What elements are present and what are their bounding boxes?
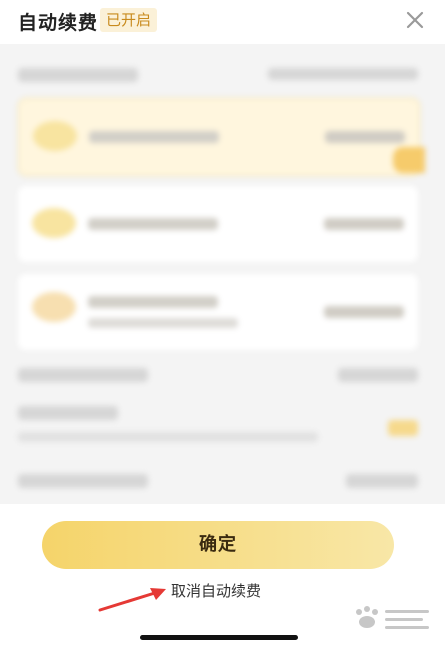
page-title: 自动续费 <box>18 12 99 34</box>
red-arrow-icon <box>98 588 166 612</box>
status-badge: 已开启 <box>100 8 158 32</box>
confirm-button[interactable]: 确定 <box>42 521 394 569</box>
blurred-row-label <box>18 368 148 382</box>
coin-icon <box>32 208 76 238</box>
blurred-plan-name <box>88 218 218 230</box>
coin-icon <box>32 292 76 322</box>
blurred-plan-price <box>324 218 404 230</box>
plan-card[interactable] <box>18 274 418 350</box>
blurred-row-value <box>338 368 418 382</box>
coin-icon <box>33 121 77 151</box>
plan-card-selected[interactable] <box>18 98 425 176</box>
blurred-plan-desc <box>88 318 238 328</box>
blurred-plan-name <box>88 296 218 308</box>
blurred-row-label <box>18 474 148 488</box>
plan-card[interactable] <box>18 186 418 262</box>
blurred-toggle <box>388 420 418 436</box>
home-indicator <box>140 635 298 640</box>
blurred-plan-price <box>324 306 404 318</box>
blurred-content <box>0 44 445 504</box>
close-icon[interactable] <box>401 6 429 34</box>
blurred-plan-name <box>89 131 219 143</box>
header: 自动续费 已开启 <box>0 0 445 44</box>
blurred-row-label <box>18 406 118 420</box>
blurred-row-desc <box>18 432 318 442</box>
cancel-auto-renew-link[interactable]: 取消自动续费 <box>171 580 261 601</box>
blurred-section-link <box>268 68 418 80</box>
blurred-section-title <box>18 68 138 82</box>
blurred-plan-price <box>325 131 405 143</box>
blurred-row-value <box>346 474 418 488</box>
selected-check-tag <box>393 147 425 173</box>
blurred-plan-list <box>0 44 445 504</box>
baidu-jingyan-watermark-icon <box>356 606 429 629</box>
